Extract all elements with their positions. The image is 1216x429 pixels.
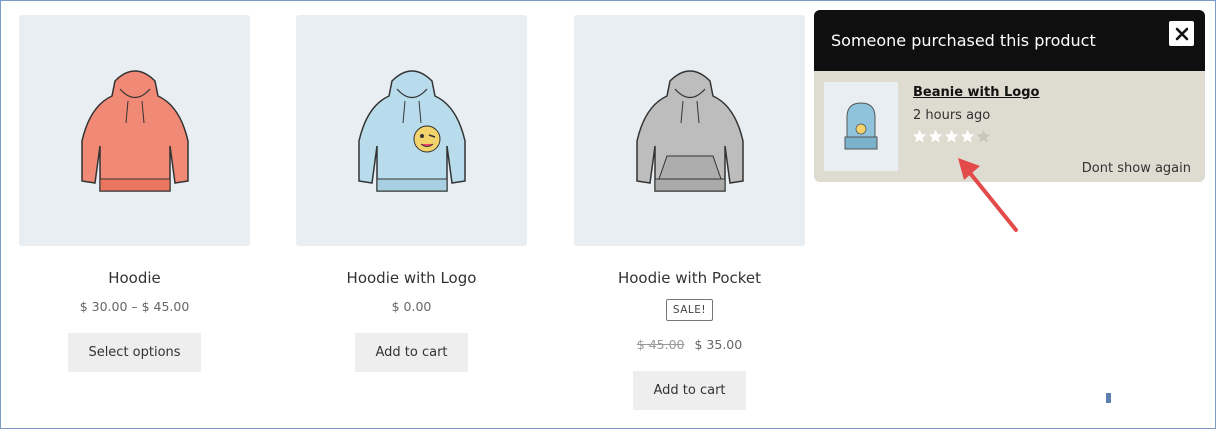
scroll-marker [1106, 393, 1111, 403]
star-filled-icon [912, 129, 927, 143]
product-image[interactable] [19, 15, 250, 246]
hoodie-pocket-icon [635, 69, 744, 192]
close-icon [1175, 27, 1188, 40]
close-button[interactable] [1169, 21, 1194, 46]
add-to-cart-button[interactable]: Add to cart [633, 371, 746, 410]
product-thumbnail[interactable] [824, 82, 898, 171]
star-filled-icon [928, 129, 943, 143]
product-name[interactable]: Hoodie with Pocket [574, 269, 805, 287]
hoodie-logo-icon [357, 69, 466, 192]
add-to-cart-button[interactable]: Add to cart [355, 333, 468, 372]
product-price: $ 30.00 – $ 45.00 [79, 299, 190, 314]
product-card-hoodie-with-pocket: Hoodie with Pocket SALE! $ 45.00 $ 35.00 … [574, 15, 805, 410]
star-filled-icon [944, 129, 959, 143]
product-card-hoodie-with-logo: Hoodie with Logo $ 0.00 Add to cart [296, 15, 527, 372]
dont-show-again-link[interactable]: Dont show again [1082, 161, 1191, 176]
old-price: $ 45.00 [636, 337, 685, 352]
product-name[interactable]: Hoodie with Logo [296, 269, 527, 287]
popup-title: Someone purchased this product [831, 31, 1096, 50]
product-name[interactable]: Hoodie [19, 269, 250, 287]
purchase-time: 2 hours ago [913, 108, 991, 123]
sale-price: $ 35.00 [694, 337, 743, 352]
popup-header: Someone purchased this product [814, 10, 1205, 71]
annotation-arrow-icon [958, 158, 1018, 232]
sale-badge: SALE! [665, 299, 714, 321]
star-empty-icon [976, 129, 991, 143]
star-rating [912, 129, 991, 144]
beanie-icon [844, 101, 878, 149]
product-image[interactable] [574, 15, 805, 246]
product-image[interactable] [296, 15, 527, 246]
select-options-button[interactable]: Select options [68, 333, 201, 372]
hoodie-red-icon [80, 69, 189, 192]
product-card-hoodie: Hoodie $ 30.00 – $ 45.00 Select options [19, 15, 250, 372]
product-price: $ 45.00 $ 35.00 [574, 337, 805, 352]
purchased-product-link[interactable]: Beanie with Logo [913, 85, 1039, 100]
product-price: $ 0.00 [391, 299, 432, 314]
star-filled-icon [960, 129, 975, 143]
